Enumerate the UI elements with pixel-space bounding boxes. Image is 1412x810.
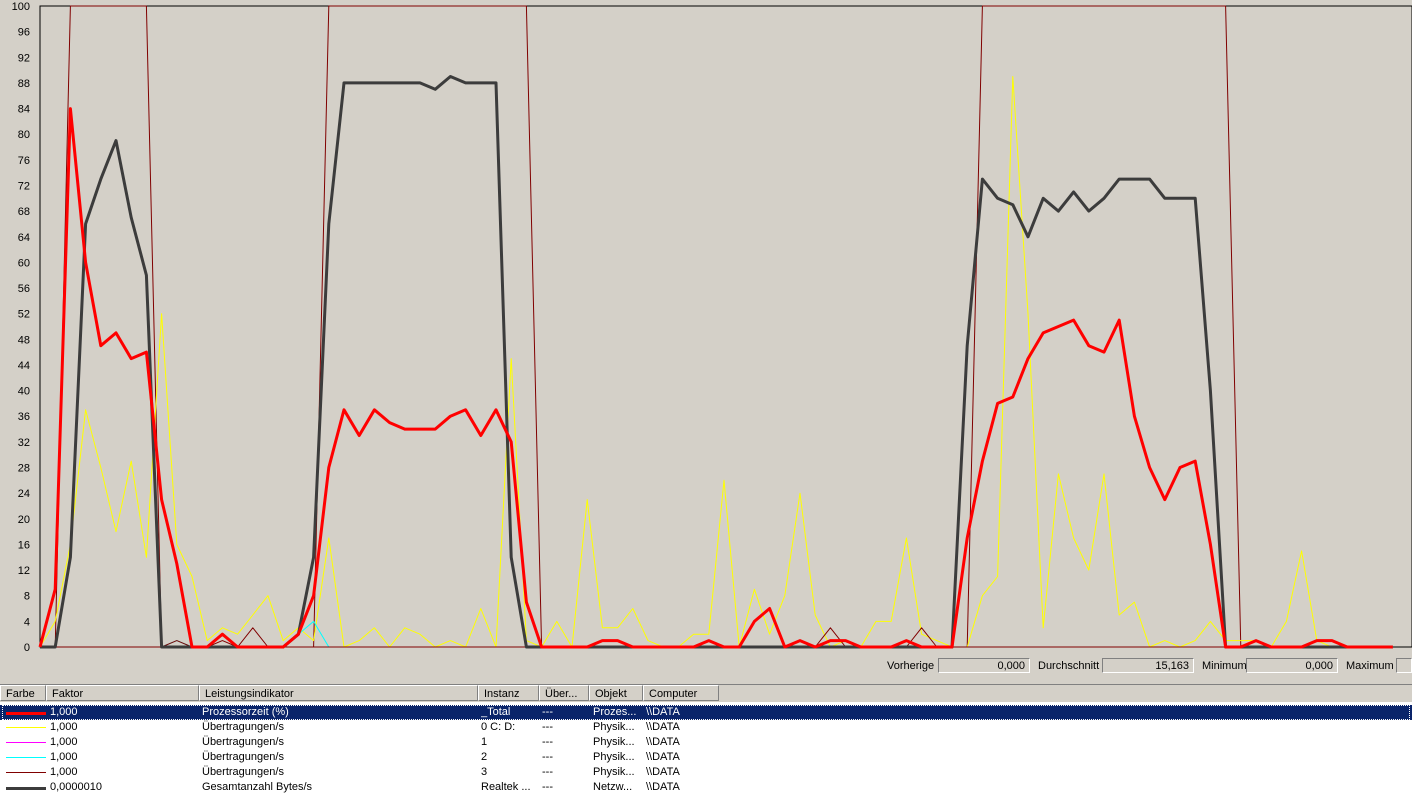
column-header-faktor[interactable]: Faktor xyxy=(46,685,199,701)
previous-label: Vorherige xyxy=(887,660,935,672)
color-swatch xyxy=(6,787,46,790)
counter-list[interactable]: Farbe Faktor Leistungsindikator Instanz … xyxy=(0,684,1412,810)
cell-ueber: --- xyxy=(542,721,553,733)
cell-indikator: Übertragungen/s xyxy=(202,736,284,748)
counter-row[interactable]: 1,000 Übertragungen/s 2 --- Physik... \\DATA xyxy=(0,750,1412,765)
cell-indikator: Übertragungen/s xyxy=(202,766,284,778)
cell-objekt: Physik... xyxy=(593,766,635,778)
color-swatch xyxy=(6,772,46,773)
minimum-label: Minimum xyxy=(1202,660,1247,672)
y-tick-label: 88 xyxy=(18,78,30,90)
y-tick-label: 68 xyxy=(18,206,30,218)
cell-computer: \\DATA xyxy=(646,751,680,763)
counter-row[interactable]: 1,000 Übertragungen/s 3 --- Physik... \\DATA xyxy=(0,765,1412,780)
y-tick-label: 64 xyxy=(18,232,30,244)
minimum-value: 0,000 xyxy=(1246,658,1338,673)
color-swatch xyxy=(6,712,46,715)
maximum-value xyxy=(1396,658,1412,673)
list-header: Farbe Faktor Leistungsindikator Instanz … xyxy=(0,685,1412,702)
cell-ueber: --- xyxy=(542,706,553,718)
y-tick-label: 4 xyxy=(24,616,30,628)
cell-objekt: Prozes... xyxy=(593,706,637,718)
cell-ueber: --- xyxy=(542,766,553,778)
cell-ueber: --- xyxy=(542,751,553,763)
counter-row[interactable]: 1,000 Übertragungen/s 0 C: D: --- Physik... \… xyxy=(0,720,1412,735)
y-tick-label: 84 xyxy=(18,104,30,116)
average-label: Durchschnitt xyxy=(1038,660,1100,672)
color-swatch xyxy=(6,727,46,728)
y-tick-label: 12 xyxy=(18,565,30,577)
cell-instanz: 3 xyxy=(481,766,488,778)
y-tick-label: 96 xyxy=(18,27,30,39)
y-axis-area xyxy=(0,0,40,652)
cell-instanz: Realtek ... xyxy=(481,781,531,793)
column-header-farbe[interactable]: Farbe xyxy=(0,685,46,701)
y-tick-label: 24 xyxy=(18,488,30,500)
y-tick-label: 76 xyxy=(18,155,30,167)
cell-computer: \\DATA xyxy=(646,781,680,793)
cell-computer: \\DATA xyxy=(646,721,680,733)
cell-faktor: 1,000 xyxy=(50,706,78,718)
y-tick-label: 56 xyxy=(18,283,30,295)
cell-ueber: --- xyxy=(542,781,553,793)
y-tick-label: 40 xyxy=(18,386,30,398)
cell-faktor: 1,000 xyxy=(50,721,78,733)
cell-computer: \\DATA xyxy=(646,766,680,778)
counter-row[interactable]: 1,000 Prozessorzeit (%) _Total --- Prozes...… xyxy=(0,705,1412,720)
y-tick-label: 32 xyxy=(18,437,30,449)
y-tick-label: 28 xyxy=(18,463,30,475)
previous-value: 0,000 xyxy=(938,658,1030,673)
average-value: 15,163 xyxy=(1102,658,1194,673)
cell-faktor: 0,0000010 xyxy=(50,781,102,793)
cell-faktor: 1,000 xyxy=(50,736,78,748)
y-tick-label: 8 xyxy=(24,591,30,603)
statistics-bar: Vorherige 0,000 Durchschnitt 15,163 Mini… xyxy=(0,656,1412,678)
performance-graph[interactable]: 0 4 8 12 16 20 24 28 32 36 40 44 48 52 56 60 64 68 72 76 80 8… xyxy=(0,0,1412,652)
color-swatch xyxy=(6,757,46,758)
y-tick-label: 72 xyxy=(18,180,30,192)
y-tick-label: 52 xyxy=(18,309,30,321)
column-header-ueber[interactable]: Über... xyxy=(539,685,589,701)
y-tick-label: 20 xyxy=(18,514,30,526)
cell-instanz: 1 xyxy=(481,736,488,748)
y-tick-label: 0 xyxy=(24,642,30,652)
column-header-leistungsindikator[interactable]: Leistungsindikator xyxy=(199,685,478,701)
cell-computer: \\DATA xyxy=(646,736,680,748)
cell-instanz: 2 xyxy=(481,751,488,763)
cell-objekt: Netzw... xyxy=(593,781,633,793)
column-header-computer[interactable]: Computer xyxy=(643,685,719,701)
cell-computer: \\DATA xyxy=(646,706,680,718)
cell-indikator: Übertragungen/s xyxy=(202,751,284,763)
maximum-label: Maximum xyxy=(1346,660,1394,672)
cell-instanz: _Total xyxy=(481,706,511,718)
cell-indikator: Gesamtanzahl Bytes/s xyxy=(202,781,313,793)
column-header-instanz[interactable]: Instanz xyxy=(478,685,539,701)
y-tick-label: 60 xyxy=(18,257,30,269)
counter-row[interactable]: 1,000 Übertragungen/s 1 --- Physik... \\DATA xyxy=(0,735,1412,750)
cell-objekt: Physik... xyxy=(593,751,635,763)
cell-faktor: 1,000 xyxy=(50,751,78,763)
column-header-objekt[interactable]: Objekt xyxy=(589,685,643,701)
cell-faktor: 1,000 xyxy=(50,766,78,778)
cell-indikator: Übertragungen/s xyxy=(202,721,284,733)
y-tick-label: 36 xyxy=(18,411,30,423)
line-chart: 0481216202428323640444852566064687276808… xyxy=(0,0,1412,652)
cell-ueber: --- xyxy=(542,736,553,748)
y-tick-label: 100 xyxy=(12,1,30,13)
y-tick-label: 44 xyxy=(18,360,30,372)
cell-indikator: Prozessorzeit (%) xyxy=(202,706,289,718)
y-tick-label: 92 xyxy=(18,52,30,64)
y-tick-label: 16 xyxy=(18,539,30,551)
y-tick-label: 48 xyxy=(18,334,30,346)
cell-objekt: Physik... xyxy=(593,736,635,748)
color-swatch xyxy=(6,742,46,743)
y-tick-label: 80 xyxy=(18,129,30,141)
cell-objekt: Physik... xyxy=(593,721,635,733)
counter-row[interactable]: 0,0000010 Gesamtanzahl Bytes/s Realtek ...… xyxy=(0,780,1412,795)
cell-instanz: 0 C: D: xyxy=(481,721,516,733)
